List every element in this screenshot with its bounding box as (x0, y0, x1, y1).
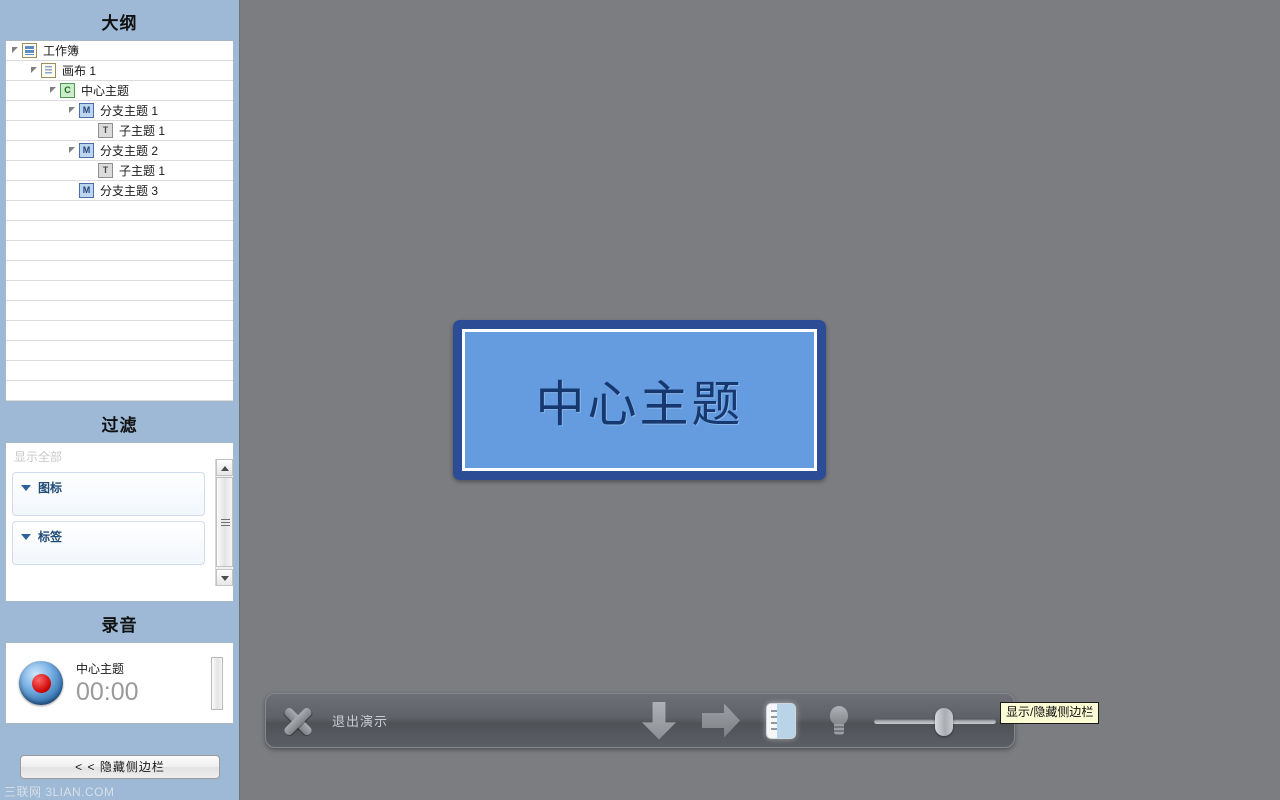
main-topic-icon: M (79, 143, 94, 158)
record-timer: 00:00 (76, 677, 139, 706)
workbook-icon (22, 43, 37, 58)
expander-open-icon[interactable] (10, 45, 21, 56)
outline-empty-row[interactable] (6, 201, 233, 221)
expander-none (86, 165, 97, 176)
outline-empty-row[interactable] (6, 361, 233, 381)
filter-group-icons[interactable]: 图标 (12, 472, 205, 516)
central-topic-text: 中心主题 (535, 376, 744, 432)
expander-none (86, 125, 97, 136)
watermark: 三联网 3LIAN.COM (4, 785, 115, 799)
outline-row[interactable]: M 分支主题 3 (6, 181, 233, 201)
arrow-down-icon[interactable] (642, 701, 676, 740)
filter-scrollbar[interactable] (215, 459, 233, 586)
filter-panel-title: 过滤 (101, 416, 138, 435)
outline-row-label: 画布 1 (62, 63, 97, 78)
outline-empty-row[interactable] (6, 281, 233, 301)
expander-open-icon[interactable] (67, 105, 78, 116)
sub-topic-icon: T (98, 163, 113, 178)
triangle-down-icon[interactable] (21, 484, 31, 491)
outline-panel-title: 大纲 (101, 14, 138, 33)
expander-open-icon[interactable] (29, 65, 40, 76)
expander-open-icon[interactable] (67, 145, 78, 156)
filter-panel[interactable]: 显示全部 图标 标签 (5, 442, 234, 602)
outline-empty-row[interactable] (6, 321, 233, 341)
expander-open-icon[interactable] (48, 85, 59, 96)
outline-row-label: 工作簿 (43, 43, 80, 58)
arrow-right-icon[interactable] (702, 703, 740, 738)
record-button-icon[interactable] (19, 661, 63, 705)
canvas-icon (41, 63, 56, 78)
record-dot-icon (31, 673, 51, 693)
outline-row[interactable]: M 分支主题 2 (6, 141, 233, 161)
lightbulb-icon[interactable] (826, 704, 852, 738)
outline-row[interactable]: C 中心主题 (6, 81, 233, 101)
main-topic-icon: M (79, 183, 94, 198)
outline-row[interactable]: 工作簿 (6, 41, 233, 61)
zoom-slider[interactable] (874, 706, 996, 736)
outline-empty-row[interactable] (6, 301, 233, 321)
central-topic-inner: 中心主题 (462, 329, 817, 471)
outline-tree[interactable]: 工作簿 画布 1 C 中心主题 M 分支主题 1 T 子主题 1 M 分支主题 2 T 子主题 1M分… (5, 40, 234, 402)
filter-group-label: 图标 (38, 481, 63, 495)
sub-topic-icon: T (98, 123, 113, 138)
presentation-toolbar: 退出演示 (265, 693, 1015, 748)
outline-empty-row[interactable] (6, 241, 233, 261)
main-topic-icon: M (79, 103, 94, 118)
outline-row[interactable]: M 分支主题 1 (6, 101, 233, 121)
outline-row-label: 分支主题 2 (100, 143, 159, 158)
sidebar: 大纲 工作簿画布 1 C 中心主题 M 分支主题 1 T 子主题 1 M 分支主题 2 T 子主题 … (0, 0, 240, 800)
zoom-slider-thumb[interactable] (935, 707, 953, 736)
outline-row[interactable]: T 子主题 1 (6, 161, 233, 181)
sidebar-toggle-tooltip: 显示/隐藏侧边栏 (1000, 702, 1100, 724)
central-topic-node[interactable]: 中心主题 (453, 320, 826, 480)
exit-presentation-label[interactable]: 退出演示 (332, 711, 388, 730)
outline-row-label: 分支主题 3 (100, 183, 159, 198)
outline-row[interactable]: T 子主题 1 (6, 121, 233, 141)
record-panel-title: 录音 (101, 616, 138, 635)
filter-group-label: 标签 (38, 530, 63, 544)
filter-group-labels[interactable]: 标签 (12, 521, 205, 565)
outline-row-label: 子主题 1 (119, 163, 166, 178)
filter-show-all-label[interactable]: 显示全部 (6, 443, 233, 467)
audio-level-meter (211, 657, 223, 710)
outline-empty-row[interactable] (6, 381, 233, 401)
record-topic-label: 中心主题 (76, 661, 125, 676)
record-info: 中心主题 00:00 (76, 660, 139, 707)
outline-row[interactable]: 画布 1 (6, 61, 233, 81)
scroll-down-arrow-icon[interactable] (216, 569, 233, 586)
outline-empty-row[interactable] (6, 341, 233, 361)
record-panel: 中心主题 00:00 (5, 642, 234, 724)
presentation-stage: 中心主题 退出演示 显示/隐藏侧边栏 (240, 0, 1280, 800)
outline-row-label: 子主题 1 (119, 123, 166, 138)
sidebar-toggle-icon[interactable] (766, 702, 796, 739)
outline-row-label: 中心主题 (81, 83, 130, 98)
triangle-down-icon[interactable] (21, 533, 31, 540)
close-x-icon[interactable] (278, 701, 318, 741)
scroll-up-arrow-icon[interactable] (216, 459, 233, 476)
scrollbar-thumb[interactable] (216, 477, 233, 567)
outline-empty-row[interactable] (6, 221, 233, 241)
expander-none (67, 185, 78, 196)
outline-empty-row[interactable] (6, 261, 233, 281)
hide-sidebar-button[interactable]: < < 隐藏侧边栏 (20, 755, 220, 779)
central-topic-icon: C (60, 83, 75, 98)
outline-row-label: 分支主题 1 (100, 103, 159, 118)
